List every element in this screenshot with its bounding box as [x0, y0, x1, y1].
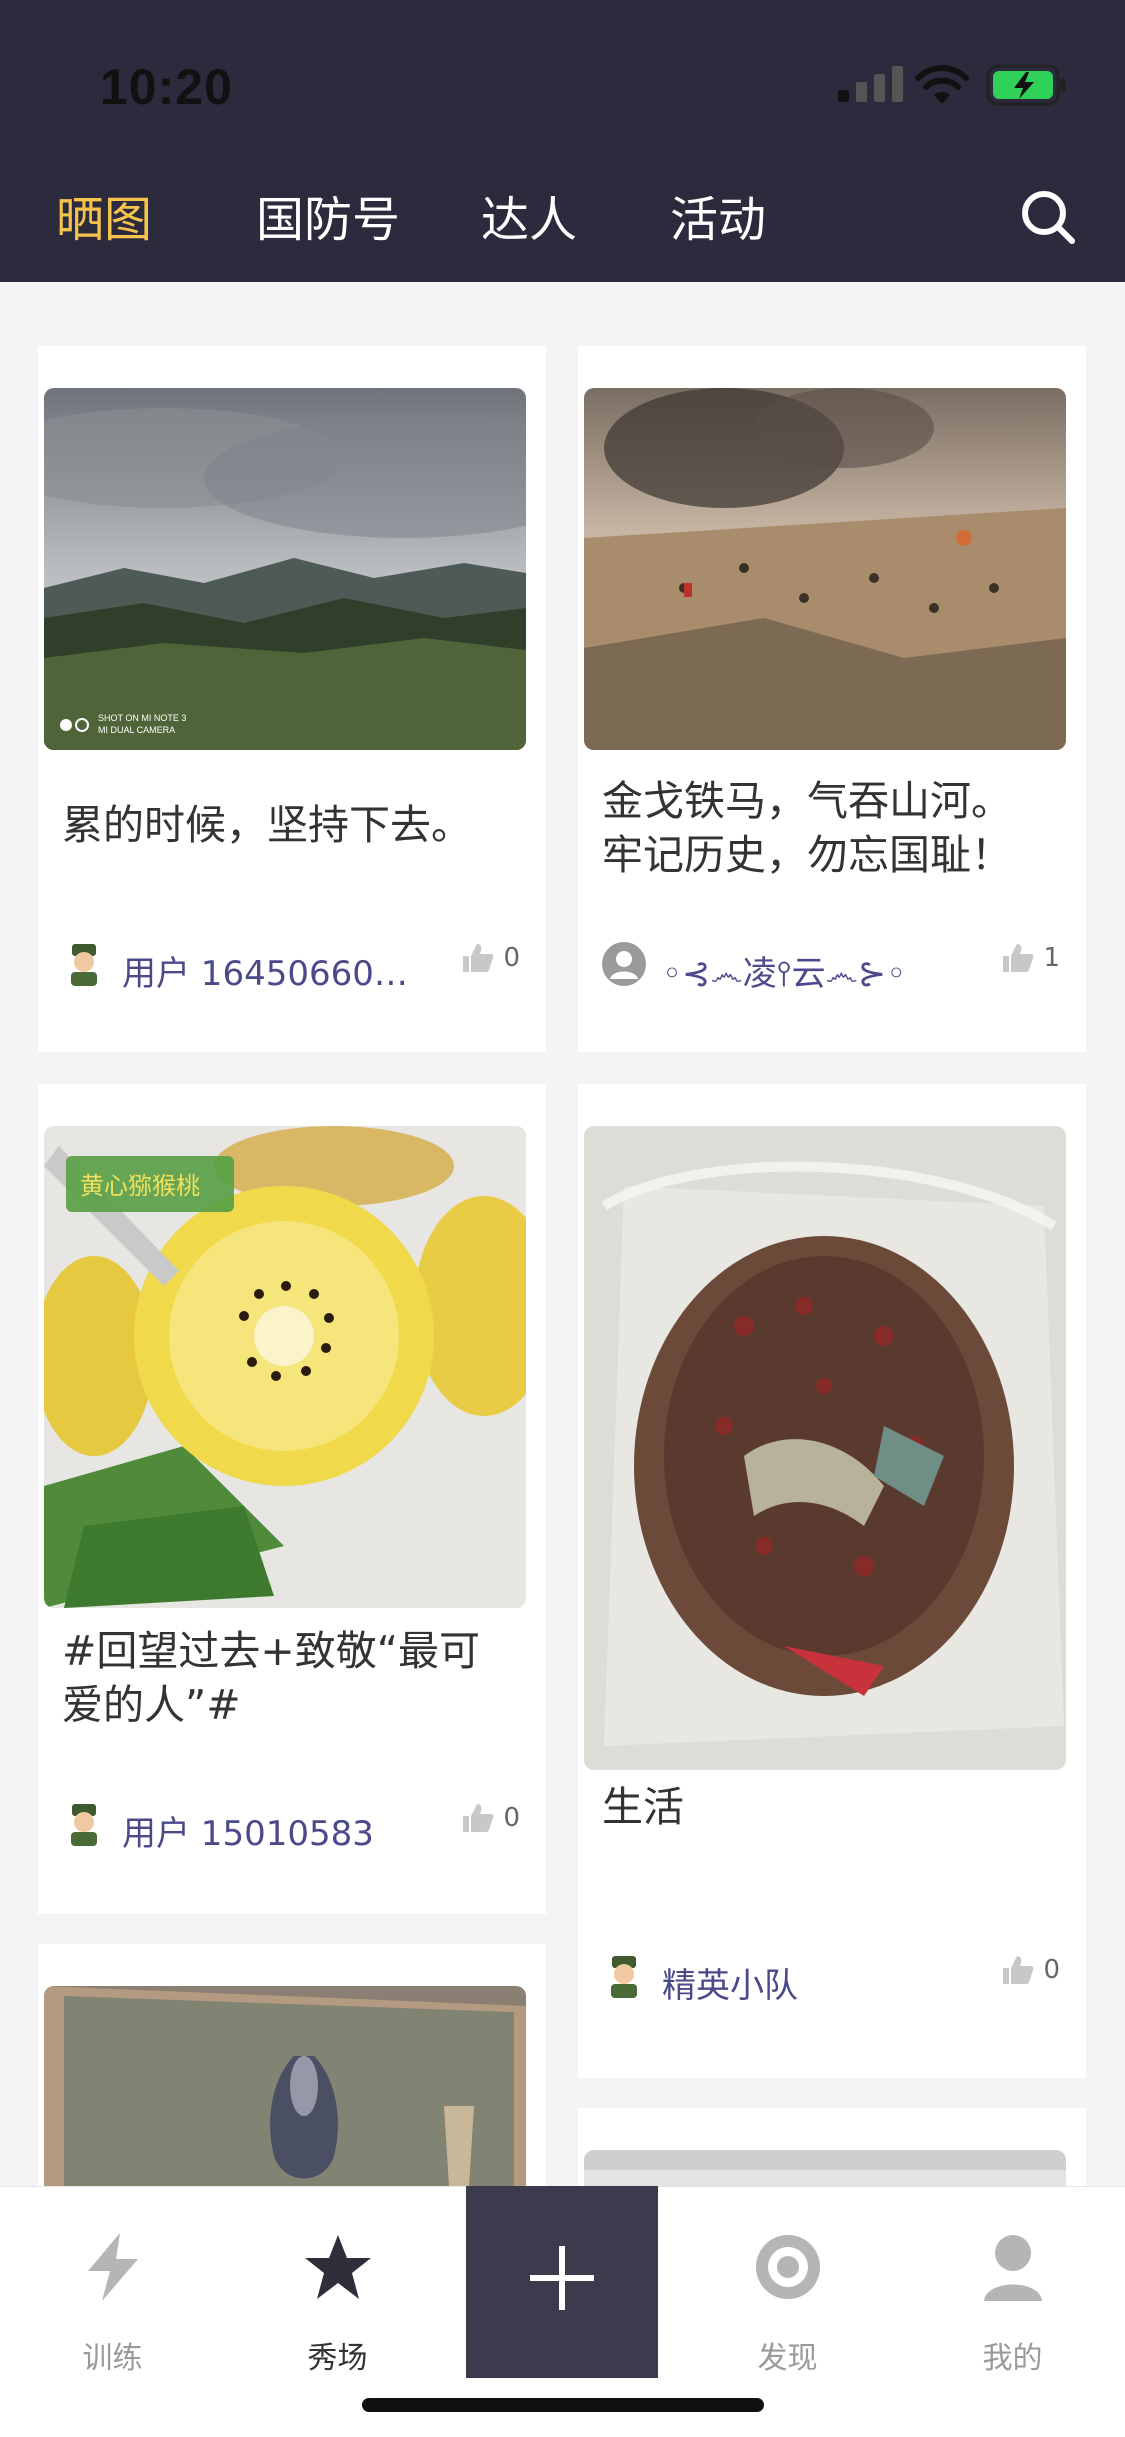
soldier-avatar-icon[interactable] [602, 1954, 646, 1998]
home-indicator[interactable] [362, 2398, 764, 2412]
author-row: 用户 164506607... 0 [62, 938, 524, 994]
tab-guofanghao[interactable]: 国防号 [256, 180, 400, 250]
status-time: 10:20 [100, 59, 233, 115]
svg-text:MI DUAL CAMERA: MI DUAL CAMERA [98, 725, 175, 735]
tab-daren[interactable]: 达人 [481, 180, 577, 250]
post-title: 累的时候，坚持下去。 [62, 801, 472, 849]
post-image[interactable]: 黄心猕猴桃 [44, 1126, 526, 1608]
post-card[interactable]: 金戈铁马，气吞山河。 牢记历史，勿忘国耻！ ◦⊰෴凌⫯云෴⊱◦ 1 [578, 346, 1086, 1052]
battle-diorama-image [584, 388, 1066, 750]
lightning-icon [87, 2233, 138, 2301]
thumbs-up-icon [463, 1804, 494, 1832]
author-name[interactable]: 用户 164506607... [122, 946, 422, 995]
post-card[interactable]: 生活 精英小队 0 [578, 1084, 1086, 2078]
author-row: 用户 15010583 0 [62, 1798, 524, 1854]
author-name[interactable]: ◦⊰෴凌⫯云෴⊱◦ [662, 946, 906, 995]
eye-icon [755, 2235, 820, 2299]
image-tag: 黄心猕猴桃 [80, 1172, 200, 1200]
plus-icon [530, 2246, 594, 2310]
post-card[interactable]: SHOT ON MI NOTE 3 MI DUAL CAMERA 累的时候，坚持… [38, 346, 546, 1052]
wifi-icon [915, 65, 969, 104]
nav-wode[interactable]: 我的 [900, 2187, 1125, 2437]
like-button[interactable]: 0 [461, 1802, 520, 1834]
nav-label: 训练 [82, 2341, 143, 2376]
default-avatar-icon[interactable] [602, 942, 646, 986]
post-title: 金戈铁马，气吞山河。 牢记历史，勿忘国耻！ [602, 777, 1012, 879]
nav-xunlian[interactable]: 训练 [0, 2187, 225, 2437]
nav-label: 我的 [982, 2341, 1043, 2376]
tab-huodong[interactable]: 活动 [670, 180, 766, 250]
thumbs-up-icon [463, 944, 494, 972]
like-count: 0 [503, 943, 520, 973]
mountain-landscape-image: SHOT ON MI NOTE 3 MI DUAL CAMERA [44, 388, 526, 750]
like-button[interactable]: 0 [1001, 1954, 1060, 1986]
post-title: #回望过去+致敬“最可 爱的人”# [62, 1627, 480, 1729]
top-header: 10:20 晒图 国防号 达人 活动 [0, 0, 1125, 282]
nav-label: 发现 [757, 2341, 818, 2376]
camera-watermark: SHOT ON MI NOTE 3 [98, 713, 186, 723]
battery-charging-icon [986, 64, 1066, 106]
author-row: 精英小队 0 [602, 1950, 1064, 2006]
user-icon [983, 2235, 1042, 2301]
search-icon[interactable] [1018, 187, 1078, 247]
thumbs-up-icon [1003, 1956, 1034, 1984]
kiwi-fruit-image: 黄心猕猴桃 [44, 1126, 526, 1608]
author-name[interactable]: 精英小队 [662, 1958, 798, 2007]
like-count: 0 [503, 1803, 520, 1833]
soldier-avatar-icon[interactable] [62, 942, 106, 986]
star-icon [304, 2235, 371, 2299]
like-count: 1 [1043, 943, 1060, 973]
like-count: 0 [1043, 1955, 1060, 1985]
post-image[interactable]: SHOT ON MI NOTE 3 MI DUAL CAMERA [44, 388, 526, 750]
post-image[interactable] [584, 1126, 1066, 1770]
post-image[interactable] [584, 388, 1066, 750]
post-title: 生活 [602, 1783, 684, 1831]
create-post-button[interactable] [466, 2186, 658, 2378]
like-button[interactable]: 0 [461, 942, 520, 974]
post-card[interactable]: 黄心猕猴桃 #回望过去+致敬“最可 爱的人”# 用户 15010583 0 [38, 1084, 546, 1914]
cellular-signal-icon [838, 66, 903, 102]
tab-shaitu[interactable]: 晒图 [56, 180, 152, 250]
thumbs-up-icon [1003, 944, 1034, 972]
author-row: ◦⊰෴凌⫯云෴⊱◦ 1 [602, 938, 1064, 994]
soldier-avatar-icon[interactable] [62, 1802, 106, 1846]
author-name[interactable]: 用户 15010583 [122, 1806, 374, 1855]
nav-label: 秀场 [307, 2341, 368, 2376]
food-in-bag-image [584, 1126, 1066, 1770]
like-button[interactable]: 1 [1001, 942, 1060, 974]
